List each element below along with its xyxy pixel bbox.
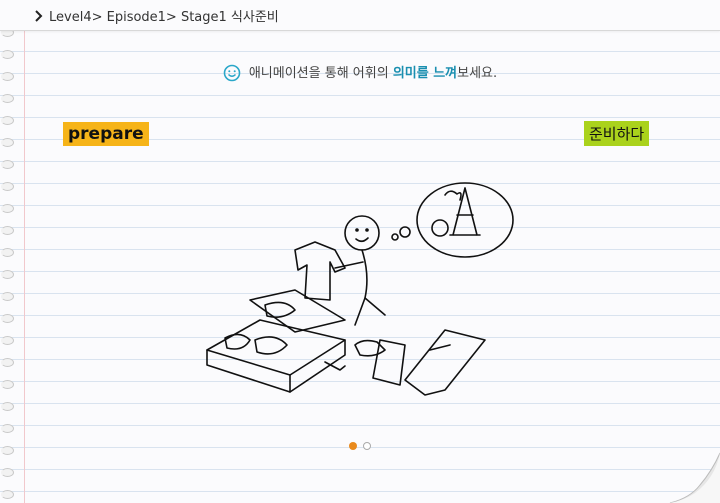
- binding-hole: [1, 94, 14, 103]
- packing-animation-illustration: [206, 182, 514, 396]
- binding-hole: [1, 336, 14, 345]
- binding-hole: [1, 50, 14, 59]
- chevron-right-icon: [34, 9, 43, 22]
- instruction-highlight: 의미를 느껴: [392, 66, 458, 81]
- binding-hole: [1, 380, 14, 389]
- instruction-after: 보세요.: [457, 66, 498, 81]
- binding-hole: [1, 446, 14, 455]
- page-indicator: [349, 442, 371, 450]
- page-dot[interactable]: [363, 442, 371, 450]
- binding-hole: [1, 182, 14, 191]
- binding-hole: [1, 116, 14, 125]
- breadcrumb[interactable]: Level4> Episode1> Stage1 식사준비: [34, 6, 279, 25]
- binding-hole: [1, 468, 14, 477]
- binding-hole: [1, 138, 14, 147]
- binding-hole: [1, 490, 14, 499]
- breadcrumb-text: Level4> Episode1> Stage1 식사준비: [49, 10, 279, 25]
- english-word-label[interactable]: prepare: [63, 122, 149, 146]
- page-dot[interactable]: [349, 442, 357, 450]
- korean-word-label[interactable]: 준비하다: [584, 121, 650, 146]
- binding-hole: [1, 204, 14, 213]
- binding-hole: [1, 314, 14, 323]
- binding-hole: [1, 226, 14, 235]
- binding-hole: [1, 424, 14, 433]
- binding-hole: [1, 358, 14, 367]
- binding-hole: [1, 160, 14, 169]
- binding-hole: [1, 292, 14, 301]
- smile-icon: [223, 64, 241, 86]
- binding-hole: [1, 270, 14, 279]
- instruction-text: 애니메이션을 통해 어휘의 의미를 느껴보세요.: [0, 62, 720, 86]
- binding-hole: [1, 248, 14, 257]
- page-curl-icon[interactable]: [660, 443, 720, 503]
- binding-hole: [1, 402, 14, 411]
- instruction-before: 애니메이션을 통해 어휘의: [248, 66, 393, 81]
- header-bar: Level4> Episode1> Stage1 식사준비: [0, 0, 720, 31]
